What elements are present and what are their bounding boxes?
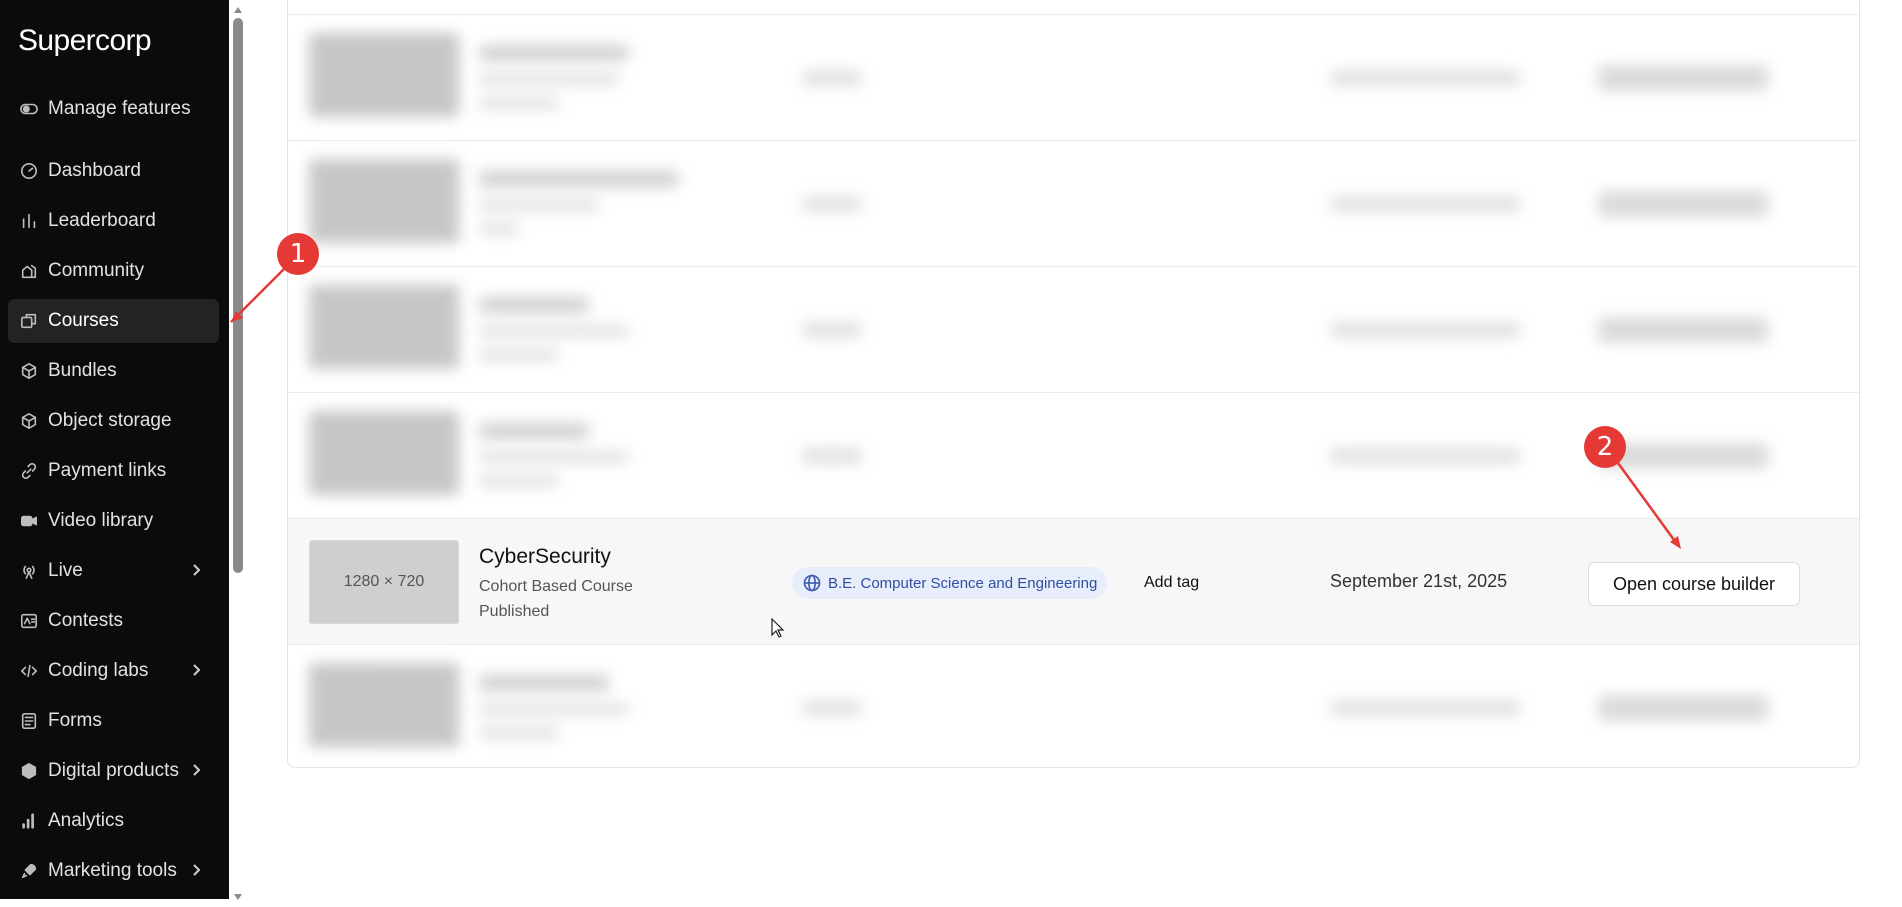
copy-icon [19,311,39,331]
course-date: September 21st, 2025 [1330,571,1508,591]
sidebar-item-label: Payment links [48,460,167,481]
course-status: Published [479,603,550,620]
link-icon [19,461,39,481]
sidebar-item-manage-features[interactable]: Manage features [8,87,219,131]
globe-icon [803,574,821,592]
sidebar-item-leaderboard[interactable]: Leaderboard [8,199,219,243]
sidebar-item-label: Coding labs [48,660,149,681]
mouse-cursor-icon [771,618,785,638]
form-icon [19,711,39,731]
rocket-icon [19,861,39,881]
course-tag[interactable]: B.E. Computer Science and Engineering [792,567,1108,599]
sidebar-item-dashboard[interactable]: Dashboard [8,149,219,193]
courses-table: 1280 × 720 CyberSecurity Cohort Based Co… [287,0,1860,768]
table-row [288,266,1859,392]
sidebar-item-contests[interactable]: Contests [8,599,219,643]
digital-product-icon [19,761,39,781]
table-row [288,140,1859,266]
sidebar-item-label: Digital products [48,760,179,781]
sidebar-item-label: Community [48,260,145,281]
analytics-icon [19,811,39,831]
sidebar-item-marketing-tools[interactable]: Marketing tools [8,849,219,893]
community-icon [19,261,39,281]
box-icon [19,411,39,431]
sidebar-item-label: Analytics [48,810,125,831]
annotation-marker-2: 2 [1584,426,1626,468]
sidebar-item-bundles[interactable]: Bundles [8,349,219,393]
sidebar-item-analytics[interactable]: Analytics [8,799,219,843]
sidebar-item-label: Manage features [48,98,191,119]
toggle-icon [19,99,39,119]
brand-logo[interactable]: Supercorp [18,24,152,58]
chevron-right-icon [187,661,205,679]
chevron-right-icon [187,861,205,879]
sidebar-item-object-storage[interactable]: Object storage [8,399,219,443]
sidebar-item-payment-links[interactable]: Payment links [8,449,219,493]
sidebar-item-live[interactable]: Live [8,549,219,593]
annotation-marker-1: 1 [277,233,319,275]
course-title[interactable]: CyberSecurity [479,545,611,569]
scroll-down-icon[interactable] [233,889,243,900]
course-thumbnail[interactable]: 1280 × 720 [309,540,459,624]
sidebar-item-label: Object storage [48,410,172,431]
sidebar-item-forms[interactable]: Forms [8,699,219,743]
scrollbar-thumb[interactable] [233,18,243,573]
sidebar-item-label: Live [48,560,83,581]
code-icon [19,661,39,681]
broadcast-icon [19,561,39,581]
sidebar-item-digital-products[interactable]: Digital products [8,749,219,793]
bar-chart-icon [19,211,39,231]
contest-icon [19,611,39,631]
sidebar-item-community[interactable]: Community [8,249,219,293]
sidebar-item-label: Leaderboard [48,210,156,231]
chevron-right-icon [187,561,205,579]
sidebar-item-label: Video library [48,510,154,531]
sidebar-item-label: Forms [48,710,102,731]
gauge-icon [19,161,39,181]
sidebar-item-label: Dashboard [48,160,141,181]
add-tag-button[interactable]: Add tag [1144,574,1199,592]
table-row [288,14,1859,140]
package-icon [19,361,39,381]
course-row-cybersecurity[interactable]: 1280 × 720 CyberSecurity Cohort Based Co… [288,518,1859,644]
video-icon [19,511,39,531]
sidebar-item-coding-labs[interactable]: Coding labs [8,649,219,693]
course-type: Cohort Based Course [479,578,633,595]
sidebar-item-label: Bundles [48,360,117,381]
course-tag-label: B.E. Computer Science and Engineering [828,574,1098,592]
chevron-right-icon [187,761,205,779]
sidebar-item-courses[interactable]: Courses [8,299,219,343]
scroll-up-icon[interactable] [233,2,243,13]
sidebar-item-video-library[interactable]: Video library [8,499,219,543]
sidebar-item-label: Contests [48,610,123,631]
sidebar-item-label: Marketing tools [48,860,177,881]
sidebar-scrollbar[interactable] [229,0,247,900]
sidebar: Supercorp Manage features Dashboard Lead… [0,0,229,899]
open-course-builder-button[interactable]: Open course builder [1588,562,1800,606]
table-row [288,644,1859,767]
sidebar-item-label: Courses [48,310,119,331]
